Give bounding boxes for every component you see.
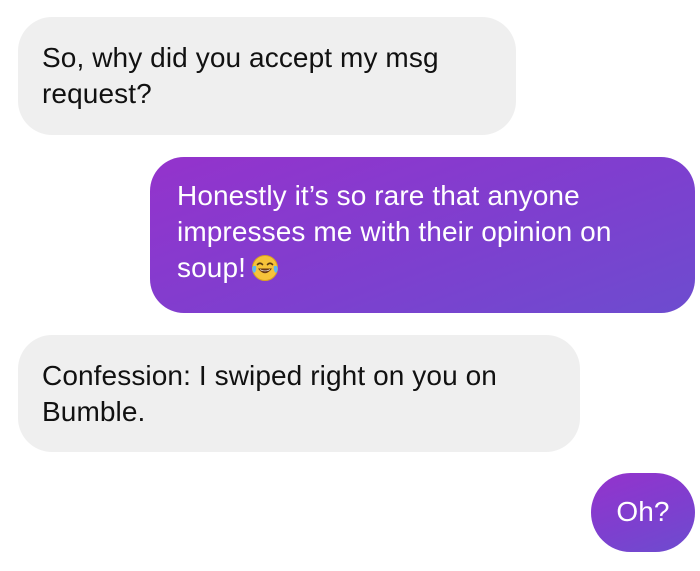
message-text: Oh? — [616, 496, 670, 527]
message-text: So, why did you accept my msg request? — [42, 42, 439, 109]
message-text: Confession: I swiped right on you on Bum… — [42, 360, 497, 427]
message-text: Honestly it’s so rare that anyone impres… — [177, 180, 612, 283]
incoming-message-bubble[interactable]: So, why did you accept my msg request? — [18, 17, 516, 135]
message-thread: So, why did you accept my msg request? H… — [0, 0, 700, 571]
incoming-message-bubble[interactable]: Confession: I swiped right on you on Bum… — [18, 335, 580, 452]
face-with-tears-of-joy-icon — [250, 253, 280, 283]
outgoing-message-bubble[interactable]: Honestly it’s so rare that anyone impres… — [150, 157, 695, 313]
outgoing-message-bubble[interactable]: Oh? — [591, 473, 695, 552]
